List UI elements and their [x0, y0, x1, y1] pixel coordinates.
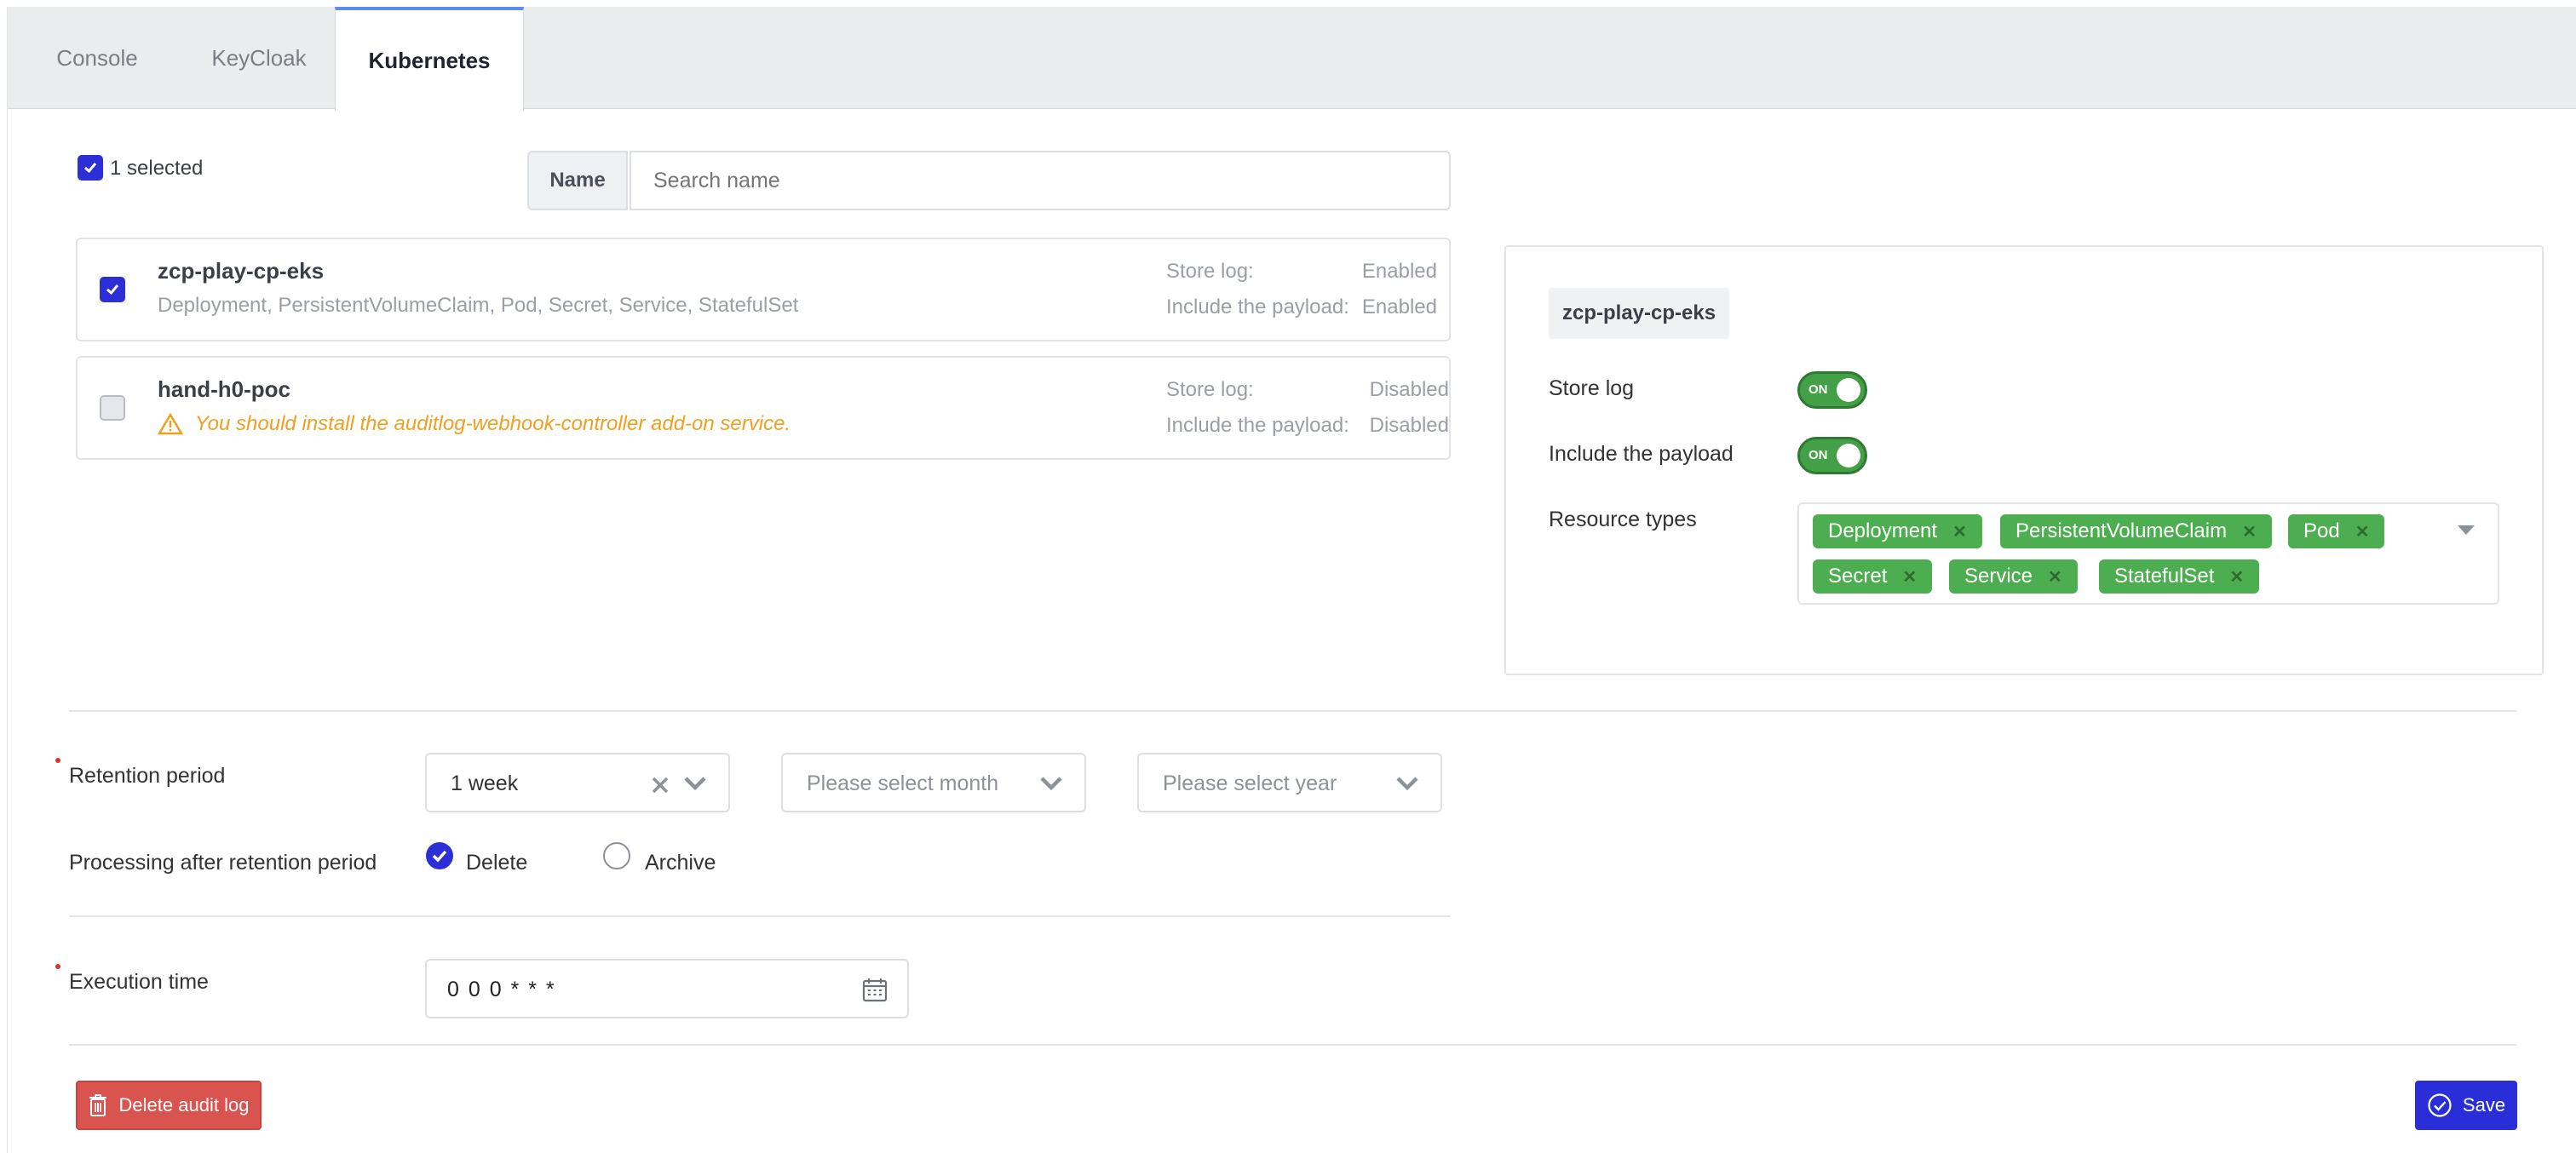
remove-tag-icon[interactable]: ✕ [1952, 521, 1967, 542]
remove-tag-icon[interactable]: ✕ [2048, 566, 2062, 588]
resource-tag[interactable]: Pod ✕ [2288, 514, 2385, 548]
tag-label: Service [1964, 565, 2033, 588]
remove-tag-icon[interactable]: ✕ [1902, 566, 1917, 588]
payload-toggle[interactable]: ON [1797, 437, 1867, 474]
resource-types-select[interactable]: Deployment ✕ PersistentVolumeClaim ✕ Pod ✕ … [1797, 502, 2499, 605]
remove-tag-icon[interactable]: ✕ [2229, 566, 2244, 588]
resource-tag[interactable]: Deployment ✕ [1813, 514, 1982, 548]
cluster-warning: You should install the auditlog-webhook-… [158, 412, 791, 436]
toggle-state: ON [1808, 448, 1828, 462]
store-log-label: Store log [1549, 376, 1635, 400]
remove-tag-icon[interactable]: ✕ [2355, 521, 2370, 542]
tag-label: StatefulSet [2114, 565, 2215, 588]
select-all-checkbox[interactable] [78, 155, 103, 181]
tag-label: PersistentVolumeClaim [2015, 519, 2228, 542]
execution-time-value: 0 0 0 * * * [447, 978, 556, 1001]
tag-label: Deployment [1828, 519, 1938, 542]
payload-value: Enabled [1361, 295, 1437, 318]
delete-audit-log-button[interactable]: Delete audit log [76, 1081, 262, 1130]
divider [69, 1044, 2517, 1046]
store-log-value: Disabled [1369, 378, 1449, 401]
calendar-icon[interactable] [861, 976, 888, 1003]
cluster-name: zcp-play-cp-eks [158, 258, 325, 284]
resource-tag[interactable]: PersistentVolumeClaim ✕ [2000, 514, 2272, 548]
retention-year-select[interactable]: Please select year [1137, 753, 1442, 812]
divider [69, 710, 2517, 712]
store-log-key: Store log: [1166, 260, 1254, 283]
cluster-name: hand-h0-poc [158, 376, 290, 402]
retention-month-select[interactable]: Please select month [781, 753, 1086, 812]
cluster-checkbox[interactable] [100, 395, 125, 421]
save-button[interactable]: Save [2415, 1081, 2517, 1130]
radio-archive[interactable] [603, 842, 630, 869]
execution-time-label: Execution time [69, 970, 209, 994]
radio-delete-label: Delete [466, 851, 528, 875]
chevron-down-icon [1396, 777, 1418, 791]
tab-console[interactable]: Console [33, 7, 161, 109]
caret-down-icon[interactable] [2457, 525, 2475, 536]
retention-week-value: 1 week [451, 772, 519, 795]
required-marker [55, 758, 60, 763]
remove-tag-icon[interactable]: ✕ [2242, 521, 2257, 542]
cluster-warning-text: You should install the auditlog-webhook-… [195, 412, 791, 435]
retention-label: Retention period [69, 764, 226, 788]
cluster-card[interactable]: zcp-play-cp-eks Deployment, PersistentVo… [76, 238, 1451, 341]
year-placeholder: Please select year [1163, 772, 1337, 795]
trash-icon [89, 1094, 106, 1116]
save-button-label: Save [2462, 1094, 2506, 1116]
toggle-knob [1837, 444, 1860, 468]
search-field-label: Name [527, 151, 628, 210]
payload-key: Include the payload: [1166, 414, 1349, 437]
required-marker [55, 964, 60, 969]
radio-delete[interactable] [426, 842, 453, 869]
cluster-checkbox[interactable] [100, 277, 125, 302]
resource-tag[interactable]: Service ✕ [1949, 559, 2078, 594]
payload-key: Include the payload: [1166, 295, 1349, 318]
app-frame: Console KeyCloak Kubernetes 1 selected N… [7, 7, 2576, 1153]
processing-label: Processing after retention period [69, 851, 377, 875]
store-log-key: Store log: [1166, 378, 1254, 401]
check-icon [432, 850, 447, 863]
month-placeholder: Please select month [807, 772, 999, 795]
payload-label: Include the payload [1549, 442, 1734, 466]
resource-tag[interactable]: StatefulSet ✕ [2099, 559, 2260, 594]
store-log-value: Enabled [1361, 260, 1437, 283]
selected-count: 1 selected [110, 157, 204, 180]
cluster-resources: Deployment, PersistentVolumeClaim, Pod, … [158, 294, 799, 317]
check-circle-icon [2428, 1093, 2452, 1117]
tab-bar: Console KeyCloak Kubernetes [8, 7, 2576, 111]
check-icon [84, 163, 97, 174]
chevron-down-icon [684, 777, 706, 791]
warning-icon [158, 413, 183, 435]
toggle-state: ON [1808, 382, 1828, 397]
tag-label: Pod [2303, 519, 2340, 542]
cluster-detail-panel: zcp-play-cp-eks Store log ON Include the… [1504, 245, 2544, 675]
cluster-card[interactable]: hand-h0-poc You should install the audit… [76, 356, 1451, 460]
clear-icon[interactable] [650, 775, 670, 795]
store-log-toggle[interactable]: ON [1797, 371, 1867, 409]
chevron-down-icon [1040, 777, 1062, 791]
resource-tag[interactable]: Secret ✕ [1813, 559, 1933, 594]
detail-title: zcp-play-cp-eks [1549, 288, 1730, 339]
tab-kubernetes[interactable]: Kubernetes [335, 7, 524, 111]
divider [69, 915, 1451, 917]
tag-label: Secret [1828, 565, 1888, 588]
toggle-knob [1837, 378, 1860, 402]
execution-time-input[interactable]: 0 0 0 * * * [425, 959, 909, 1018]
search-input[interactable] [630, 151, 1451, 210]
retention-week-select[interactable]: 1 week [425, 753, 730, 812]
radio-archive-label: Archive [645, 851, 716, 875]
tab-keycloak[interactable]: KeyCloak [178, 7, 340, 109]
resource-types-label: Resource types [1549, 508, 1697, 531]
payload-value: Disabled [1369, 414, 1449, 437]
delete-button-label: Delete audit log [118, 1094, 250, 1116]
check-icon [106, 284, 119, 295]
